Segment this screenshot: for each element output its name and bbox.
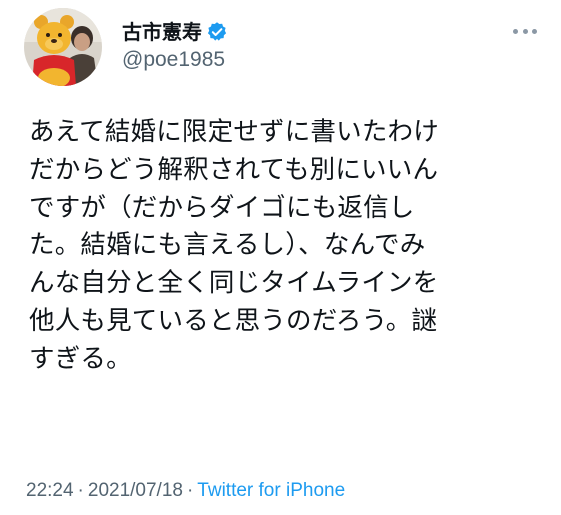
author-name-row[interactable]: 古市憲寿 xyxy=(122,20,228,44)
author-handle[interactable]: @poe1985 xyxy=(122,48,225,72)
tweet-text-line: た。結婚にも言えるし）、なんでみ xyxy=(29,230,426,261)
tweet-card: 古市憲寿 @poe1985 あえて結婚に限定せずに書いたわけ だからどう解釈され… xyxy=(0,0,561,515)
tweet-text-line: んな自分と全く同じタイムラインを xyxy=(29,268,439,299)
tweet-text-line: だからどう解釈されても別にいいん xyxy=(29,154,439,185)
tweet-source-link[interactable]: Twitter for iPhone xyxy=(197,480,345,501)
tweet-date[interactable]: 2021/07/18 xyxy=(88,480,183,501)
meta-separator: · xyxy=(77,480,84,501)
meta-separator: · xyxy=(186,480,194,501)
tweet-meta: 22:24 · 2021/07/18 · Twitter for iPhone xyxy=(26,479,345,503)
tweet-text: あえて結婚に限定せずに書いたわけ だからどう解釈されても別にいいん ですが（だか… xyxy=(29,114,539,379)
more-dot xyxy=(532,28,537,34)
tweet-text-line: 他人も見ていると思うのだろう。謎 xyxy=(29,305,438,336)
tweet-text-line: あえて結婚に限定せずに書いたわけ xyxy=(29,117,439,147)
tweet-text-line: すぎる。 xyxy=(29,343,132,374)
tweet-time[interactable]: 22:24 xyxy=(26,480,74,501)
more-dot xyxy=(522,28,528,34)
more-options-icon[interactable] xyxy=(513,24,537,38)
avatar-image xyxy=(24,8,102,86)
more-dot xyxy=(513,28,518,34)
author-display-name[interactable]: 古市憲寿 xyxy=(122,20,202,44)
tweet-text-line: ですが（だからダイゴにも返信し xyxy=(29,192,415,223)
verified-badge-icon xyxy=(206,21,228,43)
avatar[interactable] xyxy=(24,8,102,86)
